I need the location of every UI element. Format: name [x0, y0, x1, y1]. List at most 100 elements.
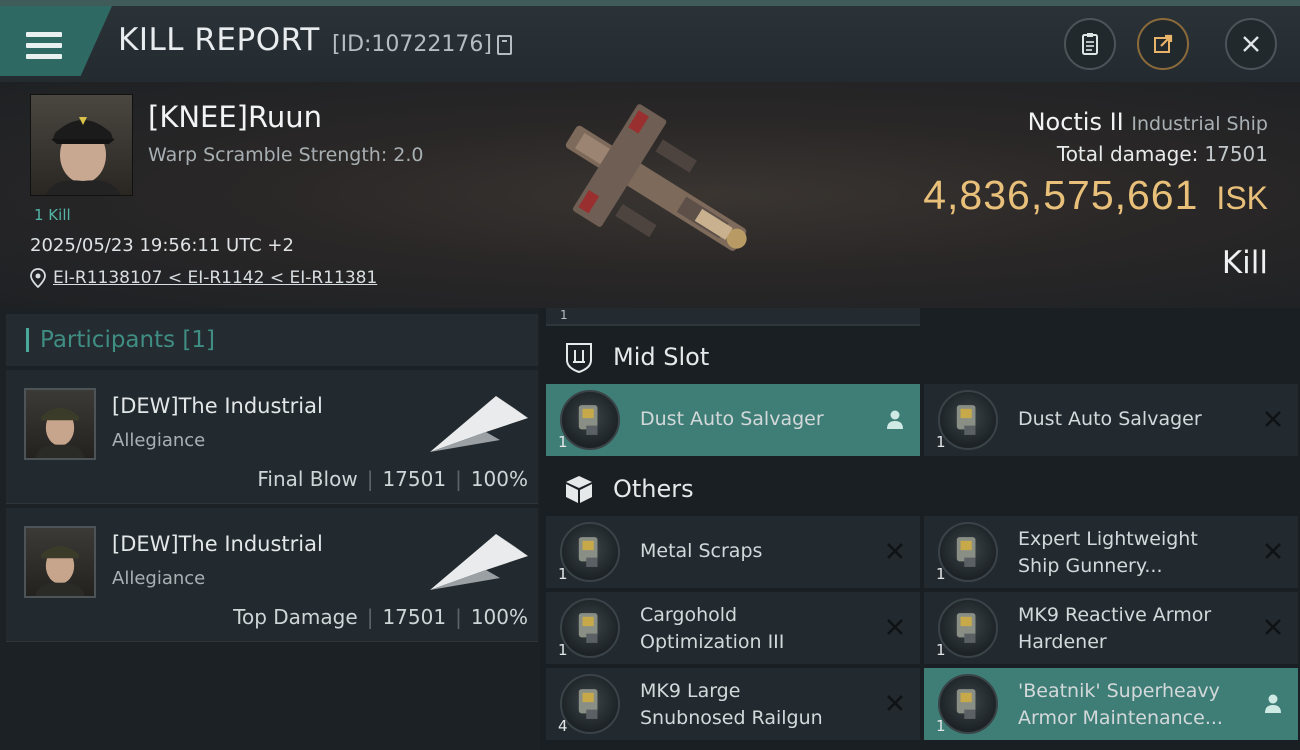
x-icon: [884, 692, 906, 714]
module-item[interactable]: 1 MK9 Reactive Armor Hardener: [924, 592, 1298, 664]
copy-icon[interactable]: [497, 35, 512, 55]
module-item[interactable]: 1 Expert Lightweight Ship Gunnery...: [924, 516, 1298, 588]
close-button[interactable]: [1225, 18, 1277, 70]
participant-damage: 17501: [382, 467, 447, 491]
module-item[interactable]: 4 MK9 Large Snubnosed Railgun: [546, 668, 920, 740]
module-name-line: Expert Lightweight: [1018, 528, 1198, 550]
x-icon: [1262, 616, 1284, 638]
others-box-icon: [566, 476, 592, 503]
header-stripe: [0, 0, 1300, 6]
total-damage-label: Total damage:: [1056, 142, 1199, 166]
clipboard-button[interactable]: [1064, 18, 1116, 70]
victim-portrait[interactable]: [30, 94, 133, 196]
person-icon: [884, 408, 906, 430]
participants-title: Participants [1]: [40, 327, 215, 353]
x-icon: [884, 616, 906, 638]
module-name: MK9 Large Snubnosed Railgun: [640, 678, 823, 732]
participant-name[interactable]: [DEW]The Industrial: [112, 532, 323, 556]
share-icon: [1154, 34, 1173, 53]
module-qty: 1: [936, 717, 946, 735]
module-name-line: Cargohold: [640, 604, 738, 626]
total-damage-value: 17501: [1204, 142, 1268, 166]
participant-percent: 100%: [470, 467, 528, 491]
module-name-line: Snubnosed Railgun: [640, 707, 823, 729]
module-name-line: Hardener: [1018, 631, 1107, 653]
section-title: Mid Slot: [613, 343, 710, 371]
menu-icon: [26, 32, 62, 60]
partial-module-row[interactable]: 1: [546, 308, 920, 326]
ship-render[interactable]: [535, 95, 775, 285]
participant-name[interactable]: [DEW]The Industrial: [112, 394, 323, 418]
participant-stats: Top Damage | 17501 | 100%: [233, 605, 528, 629]
module-item[interactable]: 1 Cargohold Optimization III: [546, 592, 920, 664]
section-title: Others: [613, 475, 694, 503]
module-item[interactable]: 1 Metal Scraps: [546, 516, 920, 588]
avatar: [35, 545, 85, 596]
module-name: Dust Auto Salvager: [640, 406, 824, 433]
kill-result: Kill: [1221, 245, 1268, 281]
participant-ship-icon[interactable]: [426, 388, 530, 458]
module-name: Expert Lightweight Ship Gunnery...: [1018, 526, 1198, 580]
mid-slot-header: Mid Slot: [546, 330, 1300, 382]
participant-ship-icon[interactable]: [426, 526, 530, 596]
person-icon: [1262, 692, 1284, 714]
avatar: [45, 117, 121, 195]
participant-role: Top Damage: [233, 605, 358, 629]
report-id: [ID:10722176]: [332, 32, 492, 57]
module-qty: 1: [558, 641, 568, 659]
warp-scramble-strength: Warp Scramble Strength: 2.0: [148, 144, 424, 166]
module-name-line: 'Beatnik' Superheavy: [1018, 680, 1220, 702]
module-qty: 1: [558, 565, 568, 583]
module-icon: [938, 674, 998, 734]
module-icon: [560, 522, 620, 582]
isk-unit: ISK: [1216, 180, 1268, 216]
module-qty: 1: [558, 433, 568, 451]
module-name-line: Metal Scraps: [640, 540, 763, 562]
x-icon: [1262, 408, 1284, 430]
participant-damage: 17501: [382, 605, 447, 629]
kill-location-link[interactable]: EI-R1138107 < EI-R1142 < EI-R11381: [53, 268, 377, 288]
module-item[interactable]: 1 Dust Auto Salvager: [924, 384, 1298, 456]
module-icon: [560, 390, 620, 450]
module-name-line: Dust Auto Salvager: [1018, 408, 1202, 430]
participant-role: Final Blow: [257, 467, 358, 491]
module-item[interactable]: 1 'Beatnik' Superheavy Armor Maintenance..…: [924, 668, 1298, 740]
module-qty: 1: [936, 641, 946, 659]
kill-timestamp: 2025/05/23 19:56:11 UTC +2: [30, 235, 294, 256]
module-icon: [938, 522, 998, 582]
victim-name[interactable]: [KNEE]Ruun: [148, 100, 322, 134]
module-qty: 1: [936, 433, 946, 451]
page-title: KILL REPORT: [118, 22, 320, 58]
participant-avatar[interactable]: [24, 388, 96, 460]
total-damage: Total damage: 17501: [1057, 142, 1268, 166]
participant-percent: 100%: [470, 605, 528, 629]
participants-accent-bar: [26, 328, 29, 352]
module-name-line: Armor Maintenance...: [1018, 707, 1223, 729]
share-button[interactable]: [1137, 18, 1189, 70]
others-header: Others: [546, 462, 1300, 514]
module-icon: [560, 598, 620, 658]
close-icon: [1243, 36, 1259, 52]
avatar: [35, 407, 85, 458]
module-name: 'Beatnik' Superheavy Armor Maintenance...: [1018, 678, 1223, 732]
participant-corp: Allegiance: [112, 568, 206, 589]
participant-card[interactable]: [DEW]The Industrial Allegiance Final Blo…: [6, 370, 538, 504]
kill-count: 1 Kill: [34, 206, 71, 224]
ship-name: Noctis II Industrial Ship: [1028, 108, 1268, 136]
participant-avatar[interactable]: [24, 526, 96, 598]
module-name-line: Dust Auto Salvager: [640, 408, 824, 430]
participant-corp: Allegiance: [112, 430, 206, 451]
participant-stats: Final Blow | 17501 | 100%: [257, 467, 528, 491]
module-name: MK9 Reactive Armor Hardener: [1018, 602, 1211, 656]
module-icon: [938, 598, 998, 658]
module-qty: 4: [558, 717, 568, 735]
participant-card[interactable]: [DEW]The Industrial Allegiance Top Damag…: [6, 508, 538, 642]
location-pin-icon: [30, 268, 46, 288]
module-qty: 1: [936, 565, 946, 583]
ship-name-text: Noctis II: [1027, 108, 1124, 136]
clipboard-icon: [1082, 33, 1098, 55]
module-item[interactable]: 1 Dust Auto Salvager: [546, 384, 920, 456]
ship-class: Industrial Ship: [1131, 113, 1268, 135]
module-icon: [560, 674, 620, 734]
module-name-line: MK9 Reactive Armor: [1018, 604, 1212, 626]
